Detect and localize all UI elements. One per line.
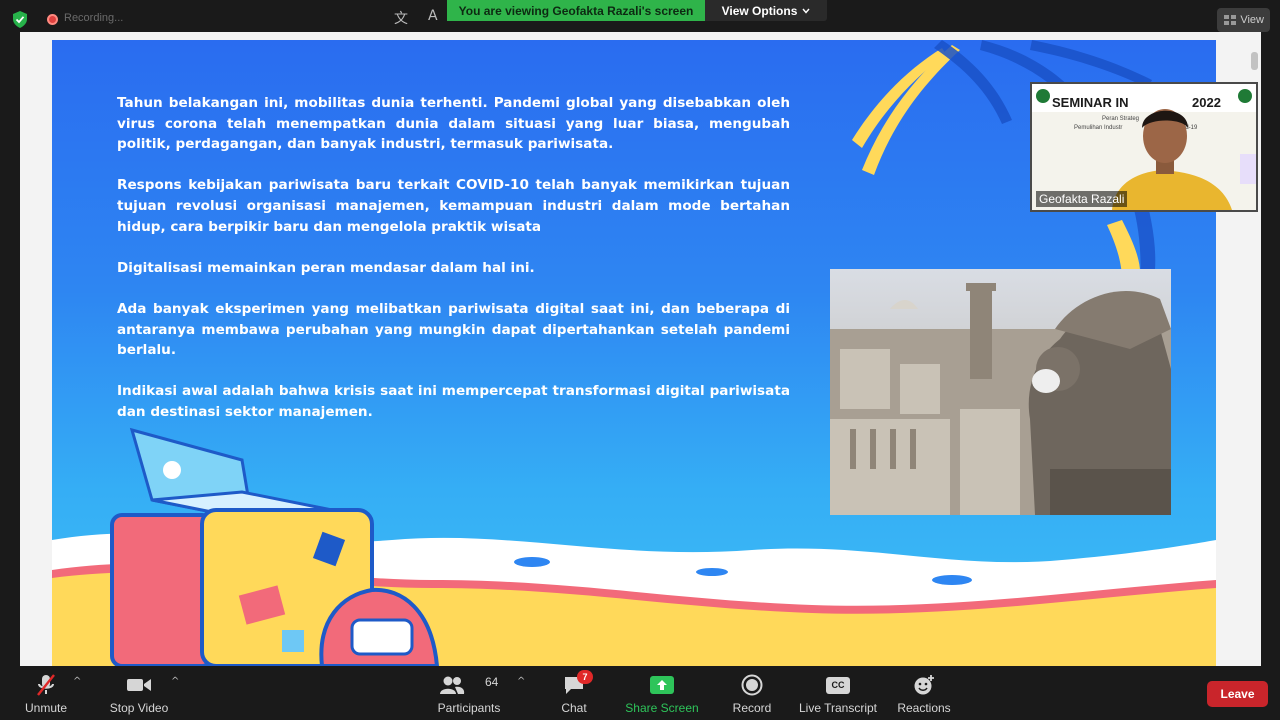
share-screen-button[interactable]: Share Screen xyxy=(624,666,700,720)
recording-icon xyxy=(47,14,58,25)
live-transcript-label: Live Transcript xyxy=(798,701,878,715)
security-shield-icon[interactable] xyxy=(12,11,28,28)
view-options-button[interactable]: View Options xyxy=(705,0,827,21)
cc-glyph: CC xyxy=(826,676,850,694)
participants-count: 64 xyxy=(485,675,499,689)
video-camera-icon xyxy=(125,671,153,699)
live-transcript-button[interactable]: CC Live Transcript xyxy=(798,666,878,720)
slide-paragraph: Tahun belakangan ini, mobilitas dunia te… xyxy=(117,95,790,153)
microphone-muted-icon xyxy=(32,671,60,699)
translate-icon[interactable]: 文 xyxy=(394,8,408,28)
slide-paragraph: Ada banyak eksperimen yang melibatkan pa… xyxy=(117,300,790,359)
unmute-label: Unmute xyxy=(24,701,68,715)
record-button[interactable]: Record xyxy=(729,666,775,720)
gargoyle-paris-photo xyxy=(830,269,1171,515)
chat-label: Chat xyxy=(561,701,587,715)
unmute-button[interactable]: Unmute xyxy=(18,666,74,720)
video-banner-subtitle-1: Peran Strateg xyxy=(1102,116,1139,122)
view-options-label: View Options xyxy=(721,3,798,18)
scrollbar-thumb[interactable] xyxy=(1251,52,1258,70)
video-options-chevron-icon[interactable]: ^ xyxy=(171,676,179,687)
zoom-meeting-window: Recording... 文 A You are viewing Geofakt… xyxy=(0,0,1280,720)
view-button-label: View xyxy=(1240,14,1264,26)
closed-caption-icon: CC xyxy=(824,671,852,699)
grid-view-icon xyxy=(1224,15,1237,25)
chevron-down-icon xyxy=(802,8,810,14)
share-screen-icon xyxy=(648,671,676,699)
video-banner-subtitle-2: Pemulihan Industr xyxy=(1074,125,1122,131)
record-icon xyxy=(738,671,766,699)
audio-options-chevron-icon[interactable]: ^ xyxy=(73,676,81,687)
viewing-banner: You are viewing Geofakta Razali's screen xyxy=(447,0,705,21)
participant-video-tile[interactable]: SEMINAR IN 2022 Peran Strateg Pemulihan … xyxy=(1030,82,1258,212)
slide-paragraph: Digitalisasi memainkan peran mendasar da… xyxy=(117,259,535,276)
participants-options-chevron-icon[interactable]: ^ xyxy=(517,676,525,687)
stop-video-button[interactable]: Stop Video xyxy=(104,666,174,720)
emoji-reaction-icon xyxy=(910,671,938,699)
participants-icon xyxy=(438,671,466,699)
leave-button[interactable]: Leave xyxy=(1207,681,1268,707)
luggage-illustration xyxy=(110,427,440,666)
video-banner-year: 2022 xyxy=(1192,95,1221,110)
reactions-label: Reactions xyxy=(897,701,951,715)
top-bar: Recording... 文 A You are viewing Geofakt… xyxy=(0,0,1280,34)
participant-name-label: Geofakta Razali xyxy=(1036,191,1128,207)
share-screen-label: Share Screen xyxy=(625,701,699,715)
reactions-button[interactable]: Reactions xyxy=(895,666,953,720)
recording-label[interactable]: Recording... xyxy=(64,12,123,24)
participants-label: Participants xyxy=(437,701,501,715)
chat-unread-badge: 7 xyxy=(577,670,593,684)
view-button[interactable]: View xyxy=(1217,8,1270,32)
record-label: Record xyxy=(732,701,772,715)
slide-body-text: Tahun belakangan ini, mobilitas dunia te… xyxy=(117,93,790,443)
meeting-toolbar: Unmute ^ Stop Video ^ Participants 64 ^ … xyxy=(0,666,1280,720)
slide-paragraph: Indikasi awal adalah bahwa krisis saat i… xyxy=(117,383,790,420)
text-tool-icon[interactable]: A xyxy=(428,8,438,24)
stop-video-label: Stop Video xyxy=(109,701,169,715)
video-banner-title: SEMINAR IN xyxy=(1052,95,1129,110)
slide-paragraph: Respons kebijakan pariwisata baru terkai… xyxy=(117,177,790,235)
